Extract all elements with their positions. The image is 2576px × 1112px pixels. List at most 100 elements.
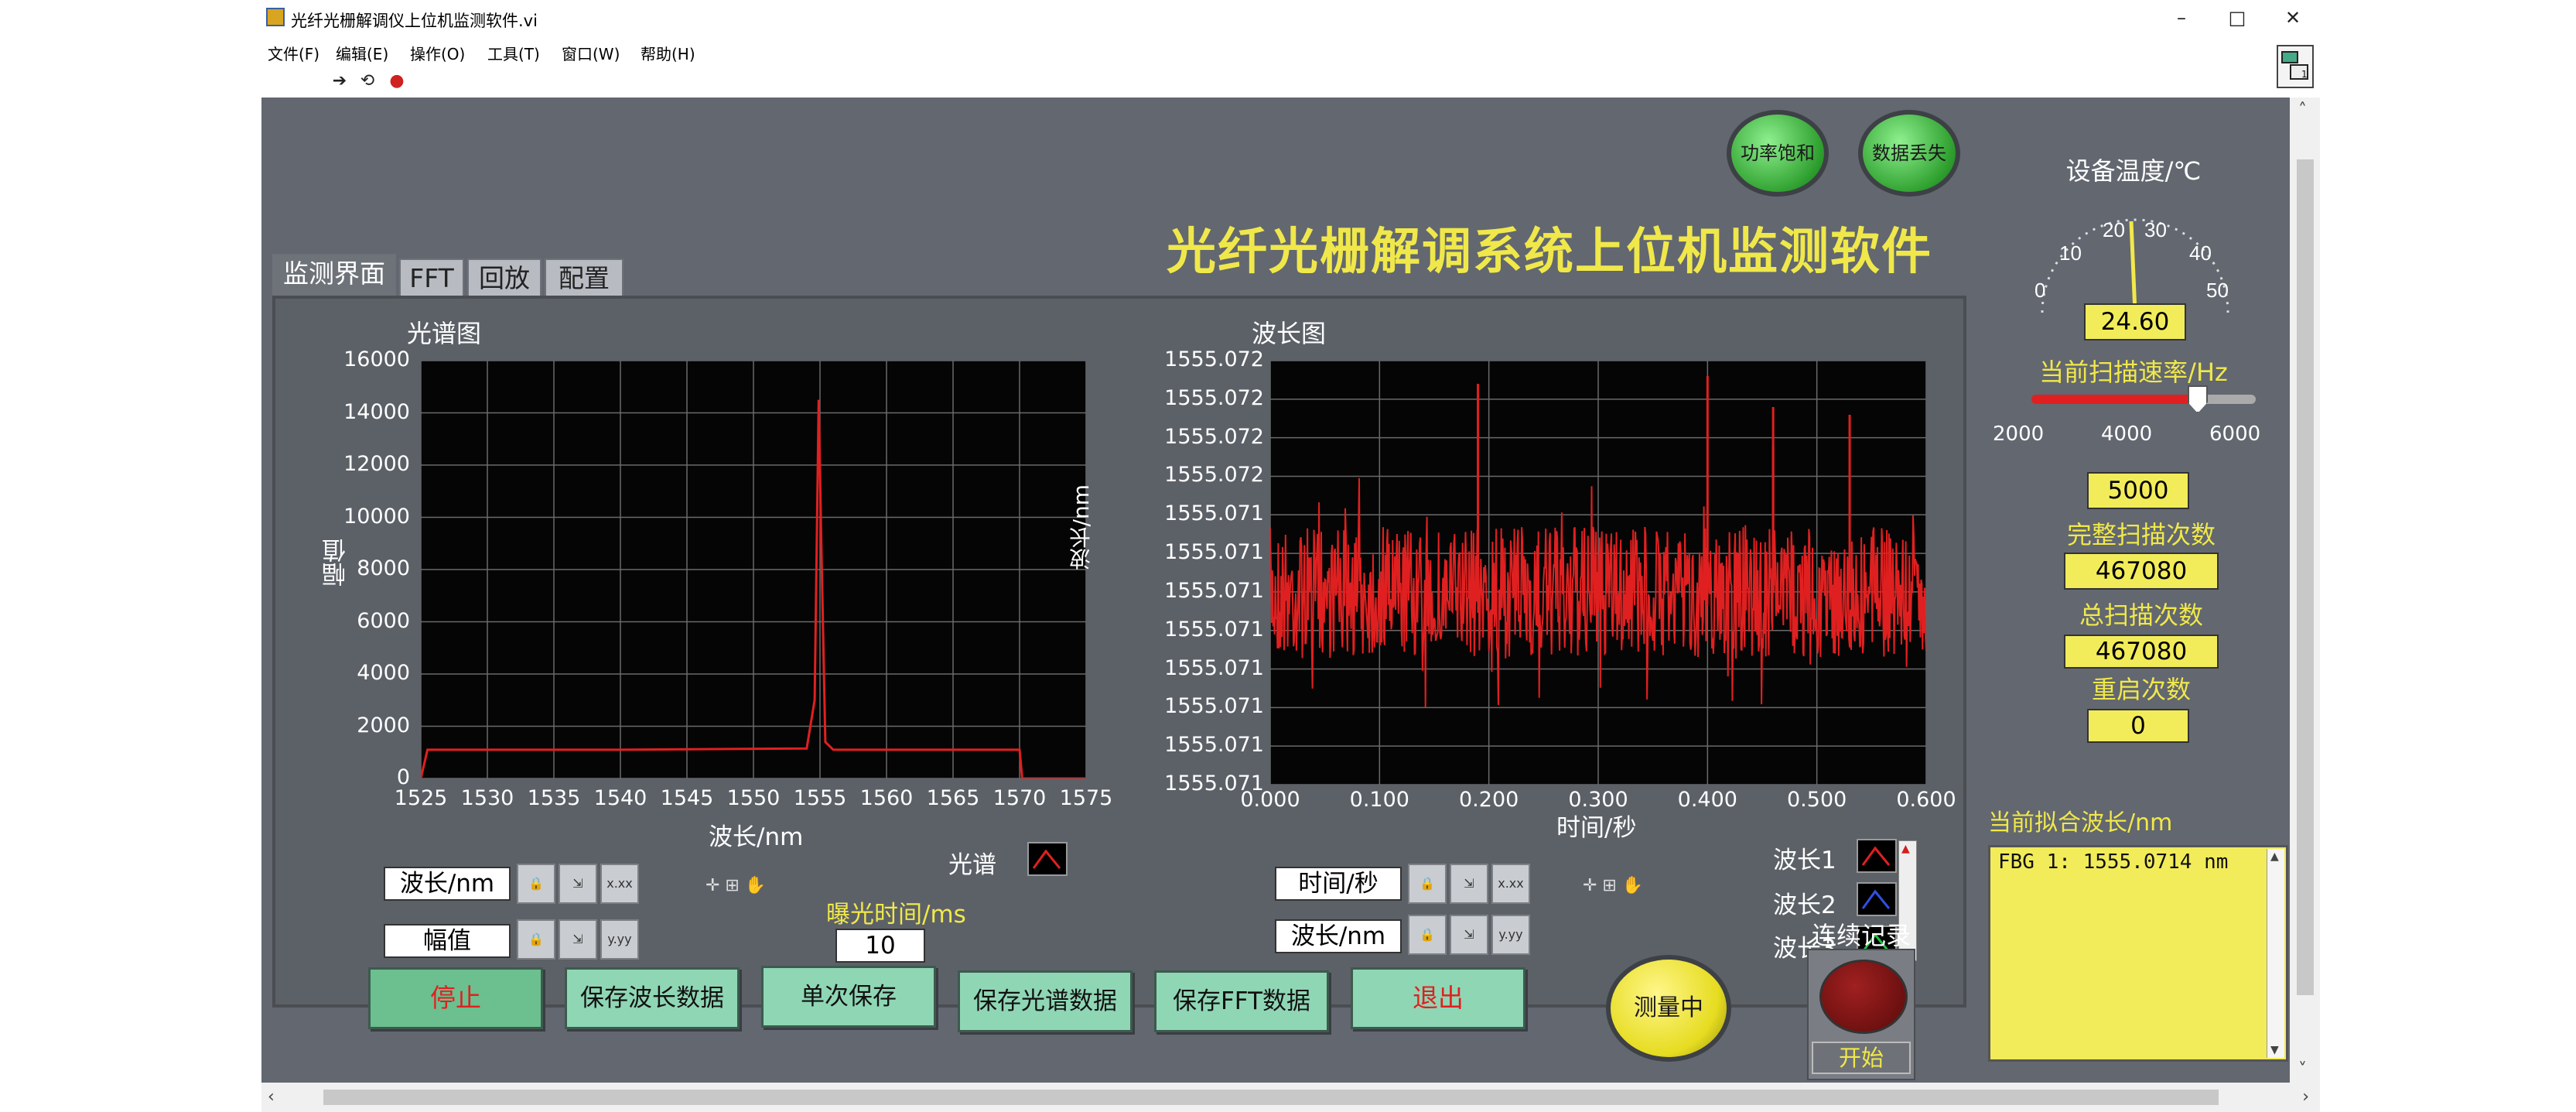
menu-operate[interactable]: 操作(O) bbox=[410, 42, 465, 64]
spectrum-plot bbox=[419, 360, 1087, 780]
wavelength-y-scale-field[interactable]: 波长/nm bbox=[1275, 919, 1402, 953]
vertical-scroll-thumb[interactable] bbox=[2297, 159, 2314, 995]
wavelength-y-tick: 1555.071 bbox=[1164, 501, 1264, 526]
fit-wavelength-text: FBG 1: 1555.0714 nm bbox=[1998, 850, 2229, 874]
tab-monitor[interactable]: 监测界面 bbox=[272, 254, 396, 299]
full-scans-value: 467080 bbox=[2064, 553, 2219, 590]
spectrum-graph-palette-icons[interactable]: ✛ ⊞ ✋ bbox=[705, 876, 766, 895]
wavelength-y-tick: 1555.072 bbox=[1164, 347, 1264, 371]
spectrum-y-tick: 16000 bbox=[343, 347, 410, 371]
spectrum-x-tick: 1570 bbox=[992, 786, 1047, 810]
continuous-record-toggle[interactable]: 开始 bbox=[1807, 949, 1915, 1080]
wy-lock-icon[interactable]: 🔒 bbox=[1408, 915, 1447, 955]
spectrum-y-tick: 14000 bbox=[343, 399, 410, 424]
data-loss-led: 数据丢失 bbox=[1858, 110, 1960, 197]
scan-rate-value: 5000 bbox=[2087, 472, 2189, 509]
menu-file[interactable]: 文件(F) bbox=[268, 42, 319, 64]
menu-help[interactable]: 帮助(H) bbox=[641, 42, 695, 64]
wavelength-y-tick: 1555.071 bbox=[1164, 733, 1264, 758]
y-format-icon[interactable]: y.yy bbox=[600, 919, 639, 960]
exposure-time-input[interactable]: 10 bbox=[835, 929, 925, 963]
fit-wavelength-display[interactable]: FBG 1: 1555.0714 nm ▲ ▼ bbox=[1988, 845, 2288, 1062]
spectrum-y-tick: 2000 bbox=[357, 713, 410, 737]
tab-playback[interactable]: 回放 bbox=[467, 258, 542, 297]
vertical-scrollbar[interactable]: ˄ ˅ bbox=[2291, 98, 2320, 1083]
exit-button[interactable]: 退出 bbox=[1351, 967, 1525, 1029]
menu-tools[interactable]: 工具(T) bbox=[487, 42, 540, 64]
fit-scroll-up-icon[interactable]: ▲ bbox=[2270, 850, 2279, 863]
save-wavelength-button[interactable]: 保存波长数据 bbox=[565, 967, 740, 1029]
record-lamp-icon bbox=[1819, 960, 1908, 1034]
total-scans-label: 总扫描次数 bbox=[2079, 600, 2203, 630]
slider-tick-6000: 6000 bbox=[2209, 423, 2261, 446]
wy-autoscale-icon[interactable]: ⇲ bbox=[1450, 915, 1488, 955]
spectrum-x-scale-field[interactable]: 波长/nm bbox=[384, 867, 511, 901]
window-title: 光纤光栅解调仪上位机监测软件.vi bbox=[291, 12, 538, 30]
wavelength-plot bbox=[1269, 360, 1927, 785]
wavelength-x-scale-field[interactable]: 时间/秒 bbox=[1275, 867, 1402, 901]
wx-autoscale-icon[interactable]: ⇲ bbox=[1450, 864, 1488, 904]
wavelength-x-tick: 0.000 bbox=[1240, 788, 1300, 812]
minimize-button[interactable]: – bbox=[2158, 5, 2205, 31]
scroll-left-icon[interactable]: ‹ bbox=[268, 1087, 275, 1107]
wy-format-icon[interactable]: y.yy bbox=[1491, 915, 1530, 955]
menu-bar: 文件(F) 编辑(E) 操作(O) 工具(T) 窗口(W) 帮助(H) bbox=[261, 37, 2320, 63]
start-button[interactable]: 开始 bbox=[1812, 1042, 1911, 1074]
spectrum-y-tick: 4000 bbox=[357, 661, 410, 685]
close-button[interactable]: ✕ bbox=[2270, 5, 2316, 31]
slider-tick-2000: 2000 bbox=[1993, 423, 2045, 446]
scan-rate-label: 当前扫描速率/Hz bbox=[2039, 358, 2228, 387]
app-title: 光纤光栅解调系统上位机监测软件 bbox=[1167, 224, 1932, 281]
horizontal-scroll-thumb[interactable] bbox=[323, 1090, 2219, 1105]
gauge-tick-40: 40 bbox=[2189, 241, 2212, 265]
run-arrow-icon[interactable]: ➔ bbox=[330, 71, 350, 91]
wx-format-icon[interactable]: x.xx bbox=[1491, 864, 1530, 904]
save-spectrum-button[interactable]: 保存光谱数据 bbox=[958, 970, 1133, 1032]
wx-lock-icon[interactable]: 🔒 bbox=[1408, 864, 1447, 904]
scroll-right-icon[interactable]: › bbox=[2302, 1087, 2309, 1107]
legend-swatch-wavelength-2[interactable] bbox=[1857, 882, 1897, 916]
abort-icon[interactable]: ● bbox=[387, 71, 407, 91]
menu-edit[interactable]: 编辑(E) bbox=[336, 42, 388, 64]
menu-window[interactable]: 窗口(W) bbox=[562, 42, 620, 64]
spectrum-y-tick: 6000 bbox=[357, 608, 410, 633]
spectrum-plot-area[interactable] bbox=[419, 360, 1087, 780]
scroll-down-icon[interactable]: ˅ bbox=[2298, 1060, 2307, 1079]
run-continuous-icon[interactable]: ⟲ bbox=[357, 71, 378, 91]
save-fft-button[interactable]: 保存FFT数据 bbox=[1154, 970, 1329, 1032]
x-lock-icon[interactable]: 🔒 bbox=[517, 864, 555, 904]
y-autoscale-icon[interactable]: ⇲ bbox=[559, 919, 597, 960]
wavelength-y-tick: 1555.072 bbox=[1164, 424, 1264, 449]
legend-scroll-up-icon[interactable]: ▲ bbox=[1901, 843, 1910, 855]
gauge-tick-20: 20 bbox=[2103, 218, 2125, 241]
scroll-up-icon[interactable]: ˄ bbox=[2298, 101, 2307, 120]
x-format-icon[interactable]: x.xx bbox=[600, 864, 639, 904]
scan-rate-slider[interactable] bbox=[2031, 395, 2256, 404]
stop-button[interactable]: 停止 bbox=[368, 967, 543, 1029]
single-save-button[interactable]: 单次保存 bbox=[761, 966, 936, 1028]
tab-config[interactable]: 配置 bbox=[545, 258, 624, 297]
tab-fft[interactable]: FFT bbox=[399, 258, 464, 297]
x-autoscale-icon[interactable]: ⇲ bbox=[559, 864, 597, 904]
spectrum-legend-swatch[interactable] bbox=[1027, 842, 1068, 876]
spectrum-y-scale-field[interactable]: 幅值 bbox=[384, 924, 511, 958]
wavelength-y-tick: 1555.071 bbox=[1164, 540, 1264, 565]
total-scans-value: 467080 bbox=[2064, 635, 2219, 669]
maximize-button[interactable]: □ bbox=[2214, 5, 2260, 31]
fit-scrollbar[interactable]: ▲ ▼ bbox=[2267, 849, 2284, 1058]
wavelength-chart-title: 波长图 bbox=[1252, 319, 1327, 348]
fit-scroll-down-icon[interactable]: ▼ bbox=[2270, 1044, 2279, 1056]
app-window: 光纤光栅解调仪上位机监测软件.vi – □ ✕ 文件(F) 编辑(E) 操作(O… bbox=[261, 0, 2320, 1112]
scan-rate-slider-thumb[interactable] bbox=[2188, 385, 2208, 413]
wavelength-y-tick: 1555.072 bbox=[1164, 385, 1264, 410]
slider-tick-4000: 4000 bbox=[2101, 423, 2153, 446]
y-lock-icon[interactable]: 🔒 bbox=[517, 919, 555, 960]
legend-swatch-wavelength-1[interactable] bbox=[1857, 839, 1897, 873]
labview-app-icon bbox=[266, 8, 285, 26]
wavelength-plot-area[interactable] bbox=[1269, 360, 1927, 785]
wavelength-y-tick: 1555.071 bbox=[1164, 617, 1264, 642]
wavelength-x-tick: 0.500 bbox=[1787, 788, 1847, 812]
gauge-tick-50: 50 bbox=[2206, 279, 2229, 302]
horizontal-scrollbar[interactable]: ‹ › bbox=[261, 1083, 2320, 1112]
wavelength-graph-palette-icons[interactable]: ✛ ⊞ ✋ bbox=[1583, 876, 1643, 895]
